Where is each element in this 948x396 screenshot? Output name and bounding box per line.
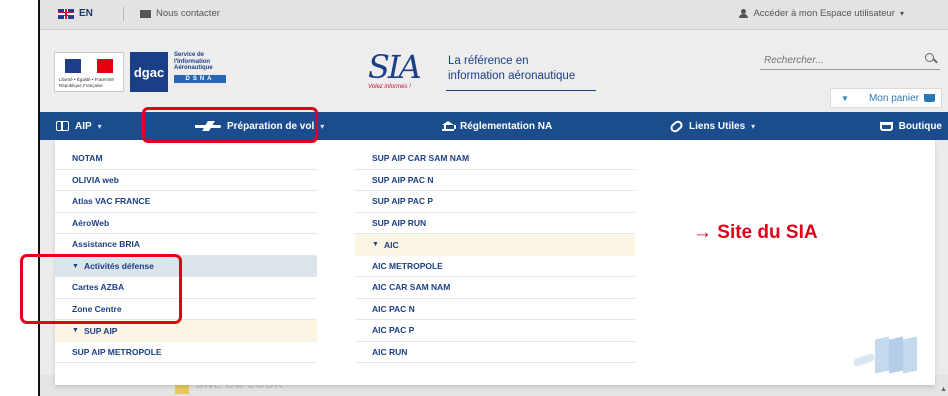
menu-item[interactable]: AIC CAR SAM NAM [355, 277, 635, 299]
menu-item-label: AIC PAC P [372, 325, 415, 336]
menu-item-label: AéroWeb [72, 217, 110, 228]
chevron-down-icon: ▾ [97, 121, 102, 131]
menu-item[interactable]: SUP AIP PAC P [355, 191, 635, 213]
account-label: Accéder à mon Espace utilisateur [753, 8, 895, 19]
chevron-down-icon: ▾ [899, 9, 904, 18]
dropdown-column-right: SUP AIP CAR SAM NAM SUP AIP PAC N SUP AIP … [355, 148, 635, 363]
account-menu[interactable]: Accéder à mon Espace utilisateur ▾ [739, 8, 904, 19]
institution-logos[interactable]: Liberté • Égalité • Fraternité République… [54, 52, 228, 92]
cart-button[interactable]: ▼ Mon panier [830, 88, 942, 108]
scroll-up-icon[interactable]: ▲ [940, 386, 948, 394]
tagline-line-1: La référence en [448, 55, 529, 67]
chevron-down-icon: ▾ [320, 121, 325, 131]
tagline-line-2: information aéronautique [448, 69, 576, 82]
cart-icon [924, 94, 935, 102]
menu-item-label: SUP AIP PAC N [372, 174, 434, 185]
sia-logo[interactable]: SIA Volez informés ! La référence en inf… [368, 48, 598, 94]
search-icon[interactable] [925, 53, 936, 64]
menu-item[interactable]: Atlas VAC FRANCE [55, 191, 317, 213]
menu-item[interactable]: AIC RUN [355, 342, 635, 363]
highlight-preparation-de-vol [142, 107, 318, 143]
menu-item-label: SUP AIP CAR SAM NAM [372, 153, 470, 164]
triangle-down-icon: ▼ [372, 241, 379, 249]
nav-reglementation[interactable]: Réglementation NA [442, 112, 552, 140]
sia-wordmark: SIA [368, 48, 422, 86]
menu-item-label: AIC [383, 239, 399, 250]
map-icon [852, 336, 917, 376]
basket-icon [879, 121, 893, 131]
menu-item[interactable]: NOTAM [55, 148, 317, 170]
sia-slogan: Volez informés ! [368, 84, 411, 90]
nav-liens-utiles[interactable]: Liens Utiles ▾ [668, 112, 756, 140]
menu-item[interactable]: SUP AIP METROPOLE [55, 342, 317, 363]
menu-item-label: SUP AIP PAC P [372, 196, 434, 207]
link-icon [668, 118, 685, 134]
preparation-dropdown: NOTAM OLIVIA web Atlas VAC FRANCE AéroWeb As… [55, 140, 935, 385]
search-box [760, 50, 940, 70]
menu-item[interactable]: AIC PAC N [355, 299, 635, 320]
site-header: Liberté • Égalité • Fraternité République… [40, 30, 948, 112]
dgac-wordmark: dgac [133, 64, 165, 80]
search-input[interactable] [760, 51, 910, 70]
marianne-logo: Liberté • Égalité • Fraternité République… [54, 52, 124, 92]
nav-liens-label: Liens Utiles [689, 120, 746, 132]
sia-tagline: La référence en information aéronautique [448, 54, 575, 84]
menu-item-label: Atlas VAC FRANCE [72, 196, 151, 207]
divider [123, 7, 124, 21]
nav-reglementation-label: Réglementation NA [460, 120, 553, 132]
menu-group-header[interactable]: ▼ AIC [355, 234, 635, 256]
triangle-down-icon: ▼ [72, 327, 79, 335]
utility-bar: EN Nous contacter Accéder à mon Espace u… [40, 0, 948, 30]
chevron-down-icon: ▼ [841, 93, 849, 103]
menu-item-label: OLIVIA web [72, 174, 119, 185]
contact-link[interactable]: Nous contacter [140, 8, 220, 19]
menu-item-label: AIC METROPOLE [372, 260, 443, 271]
language-label: EN [79, 8, 93, 19]
nav-aip[interactable]: AIP ▾ [56, 112, 102, 140]
menu-item-label: SUP AIP METROPOLE [72, 346, 162, 357]
menu-item-label: SUP AIP RUN [372, 217, 427, 228]
browser-frame: EN Nous contacter Accéder à mon Espace u… [38, 0, 948, 396]
menu-item[interactable]: AéroWeb [55, 213, 317, 234]
user-icon [739, 9, 749, 18]
menu-item-label: AIC RUN [372, 346, 408, 357]
uk-flag-icon [58, 8, 74, 19]
tagline-underline [446, 90, 596, 91]
cart-label: Mon panier [868, 92, 919, 104]
dsna-badge: DSNA [174, 74, 226, 83]
menu-item-label: AIC CAR SAM NAM [372, 282, 451, 293]
book-icon [56, 121, 69, 131]
menu-item[interactable]: SUP AIP PAC N [355, 170, 635, 191]
nav-aip-label: AIP [75, 120, 92, 132]
nav-boutique[interactable]: Boutique [879, 112, 942, 140]
mail-icon [140, 9, 151, 18]
dsna-block: Service de l'Information Aéronautique DS… [174, 52, 228, 83]
menu-item[interactable]: SUP AIP RUN [355, 213, 635, 234]
menu-item[interactable]: Assistance BRIA [55, 234, 317, 256]
highlight-activites-defense [20, 254, 182, 324]
contact-label: Nous contacter [156, 8, 220, 19]
language-switch[interactable]: EN [58, 8, 93, 19]
chevron-down-icon: ▾ [751, 121, 756, 131]
annotation-site-du-sia: → Site du SIA [693, 222, 818, 243]
nav-boutique-label: Boutique [898, 120, 942, 132]
menu-item-label: NOTAM [72, 153, 103, 164]
dgac-logo: dgac [130, 52, 168, 92]
menu-item[interactable]: SUP AIP CAR SAM NAM [355, 148, 635, 170]
menu-item[interactable]: AIC METROPOLE [355, 256, 635, 277]
service-name: Service de l'Information Aéronautique [174, 52, 213, 72]
menu-item-label: AIC PAC N [372, 303, 415, 314]
institution-icon [442, 121, 456, 131]
menu-item-label: SUP AIP [83, 325, 118, 336]
menu-item-label: Assistance BRIA [72, 239, 141, 250]
menu-item[interactable]: AIC PAC P [355, 320, 635, 342]
menu-item[interactable]: OLIVIA web [55, 170, 317, 191]
